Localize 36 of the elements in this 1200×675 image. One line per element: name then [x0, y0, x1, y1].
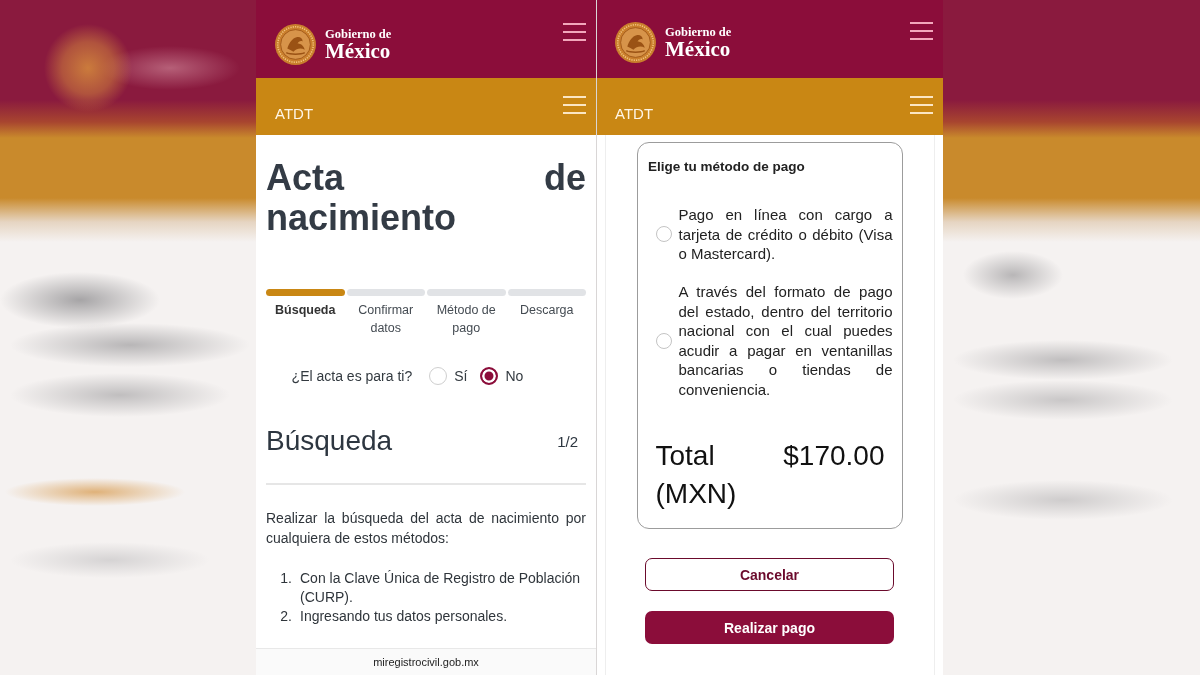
agency-name: ATDT	[275, 104, 314, 124]
list-number: 2.	[279, 607, 293, 626]
menu-icon[interactable]	[563, 96, 586, 114]
card-title: Elige tu método de pago	[648, 158, 806, 176]
step-label: Método de pago	[435, 302, 497, 337]
step-label: Descarga	[519, 302, 575, 319]
menu-icon[interactable]	[563, 23, 586, 41]
question-label: ¿El acta es para ti?	[291, 368, 413, 384]
logo-wordmark: México	[665, 39, 732, 59]
list-item-text: Ingresando tus datos personales.	[300, 607, 508, 626]
url-text: miregistrocivil.gob.mx	[373, 656, 479, 668]
seal-icon	[615, 22, 656, 63]
total-amount: $170.00	[783, 439, 885, 473]
cancel-button[interactable]: Cancelar	[645, 558, 894, 591]
step-label: Confirmar datos	[357, 302, 415, 337]
total-label: Total (MXN)	[655, 439, 738, 511]
payment-option-text: A través del formato de pago del estado, dentro del territorio nacional con el cual puedes acudir a pagar en ventanillas bancarias o tiendas de conveniencia.	[678, 282, 893, 399]
logo-caption: Gobierno de	[325, 28, 392, 41]
list-number: 1.	[279, 569, 293, 588]
radio-button[interactable]	[480, 367, 499, 385]
option-label: No	[505, 368, 524, 384]
logo-caption: Gobierno de	[665, 26, 732, 39]
page-title: Acta de nacimiento	[266, 158, 586, 238]
agency-name: ATDT	[615, 104, 654, 124]
payment-option-text: Pago en línea con cargo a tarjeta de crédito o débito (Visa o Mastercard).	[678, 205, 893, 264]
menu-icon[interactable]	[910, 22, 933, 40]
option-label: Sí	[454, 368, 468, 384]
section-title: Búsqueda	[266, 424, 393, 458]
intro-text: Realizar la búsqueda del acta de nacimiento por cualquiera de estos métodos:	[266, 509, 586, 548]
list-item-text: Con la Clave Única de Registro de Población (CURP).	[300, 569, 582, 607]
seal-icon	[275, 24, 316, 65]
step-label: Búsqueda	[274, 302, 337, 319]
logo-wordmark: México	[325, 41, 392, 61]
page-counter: 1/2	[557, 432, 578, 450]
menu-icon[interactable]	[910, 96, 933, 114]
pay-button[interactable]: Realizar pago	[645, 611, 894, 644]
